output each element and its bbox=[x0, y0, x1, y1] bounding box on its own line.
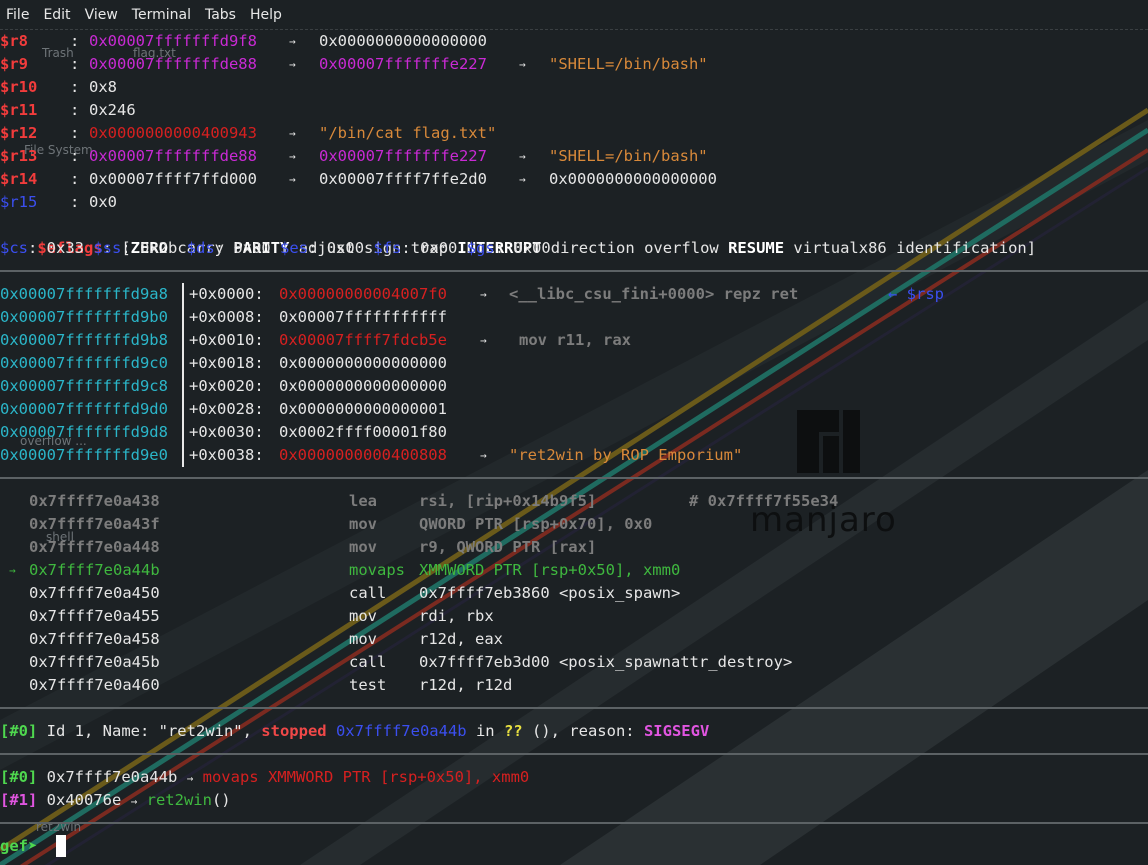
menu-tabs[interactable]: Tabs bbox=[198, 7, 243, 23]
code-row: 0x7ffff7e0a460 test r12d, r12d bbox=[29, 676, 513, 694]
register-r8: $r8 : 0x00007fffffffd9f8 → 0x00000000000… bbox=[0, 32, 487, 50]
register-r15: $r15 : 0x0 bbox=[0, 193, 117, 211]
menu-view[interactable]: View bbox=[78, 7, 125, 23]
register-r11: $r11 : 0x246 bbox=[0, 101, 136, 119]
terminal-output[interactable]: $r8 : 0x00007fffffffd9f8 → 0x00000000000… bbox=[0, 30, 1148, 858]
register-r12: $r12 : 0x0000000000400943 → "/bin/cat fl… bbox=[0, 124, 497, 142]
terminal-menubar: File Edit View Terminal Tabs Help bbox=[0, 0, 1148, 30]
section-divider bbox=[0, 822, 1148, 824]
code-row: 0x7ffff7e0a455 mov rdi, rbx bbox=[29, 607, 494, 625]
section-divider bbox=[0, 477, 1148, 479]
gef-prompt[interactable]: gef➤ bbox=[0, 835, 1148, 858]
stack-row: 0x00007fffffffd9a8 +0x0000: 0x0000000000… bbox=[0, 283, 1148, 306]
menu-terminal[interactable]: Terminal bbox=[125, 7, 198, 23]
stack-row: 0x00007fffffffd9c8 +0x0020: 0x0000000000… bbox=[0, 375, 1148, 398]
stack-row: 0x00007fffffffd9d0 +0x0028: 0x0000000000… bbox=[0, 398, 1148, 421]
trace-row: [#1] 0x40076e → ret2win() bbox=[0, 791, 231, 809]
code-row: 0x7ffff7e0a45b call 0x7ffff7eb3d00 <posi… bbox=[29, 653, 793, 671]
menu-help[interactable]: Help bbox=[243, 7, 289, 23]
section-divider bbox=[0, 753, 1148, 755]
code-row: 0x7ffff7e0a448 mov r9, QWORD PTR [rax] bbox=[29, 538, 597, 556]
register-segments: $cs: 0x33 $ss: 0x2b $ds: 0x00 $es: 0x00 … bbox=[0, 239, 551, 257]
trace-row: [#0] 0x7ffff7e0a44b → movaps XMMWORD PTR… bbox=[0, 768, 530, 786]
code-row: 0x7ffff7e0a43f mov QWORD PTR [rsp+0x70],… bbox=[29, 515, 653, 533]
section-divider bbox=[0, 270, 1148, 272]
register-r14: $r14 : 0x00007ffff7ffd000 → 0x00007ffff7… bbox=[0, 170, 717, 188]
code-row: 0x7ffff7e0a438 lea rsi, [rip+0x14b9f5] #… bbox=[29, 492, 839, 510]
menu-file[interactable]: File bbox=[0, 7, 36, 23]
register-r10: $r10 : 0x8 bbox=[0, 78, 117, 96]
section-divider bbox=[0, 707, 1148, 709]
stack-row: 0x00007fffffffd9b0 +0x0008: 0x00007fffff… bbox=[0, 306, 1148, 329]
register-eflags: $eflags: [ZERO carry PARITY adjust sign … bbox=[37, 239, 1037, 257]
stack-row: 0x00007fffffffd9e0 +0x0038: 0x0000000000… bbox=[0, 444, 1148, 467]
menu-edit[interactable]: Edit bbox=[36, 7, 77, 23]
code-row: 0x7ffff7e0a450 call 0x7ffff7eb3860 <posi… bbox=[29, 584, 681, 602]
register-r13: $r13 : 0x00007fffffffde88 → 0x00007fffff… bbox=[0, 147, 708, 165]
code-row-current: → 0x7ffff7e0a44b movaps XMMWORD PTR [rsp… bbox=[9, 561, 681, 579]
thread-info: [#0] Id 1, Name: "ret2win", stopped 0x7f… bbox=[0, 722, 710, 740]
stack-row: 0x00007fffffffd9b8 +0x0010: 0x00007ffff7… bbox=[0, 329, 1148, 352]
code-row: 0x7ffff7e0a458 mov r12d, eax bbox=[29, 630, 503, 648]
text-cursor bbox=[56, 835, 66, 857]
stack-row: 0x00007fffffffd9d8 +0x0030: 0x0002ffff00… bbox=[0, 421, 1148, 444]
stack-row: 0x00007fffffffd9c0 +0x0018: 0x0000000000… bbox=[0, 352, 1148, 375]
register-r9: $r9 : 0x00007fffffffde88 → 0x00007ffffff… bbox=[0, 55, 708, 73]
